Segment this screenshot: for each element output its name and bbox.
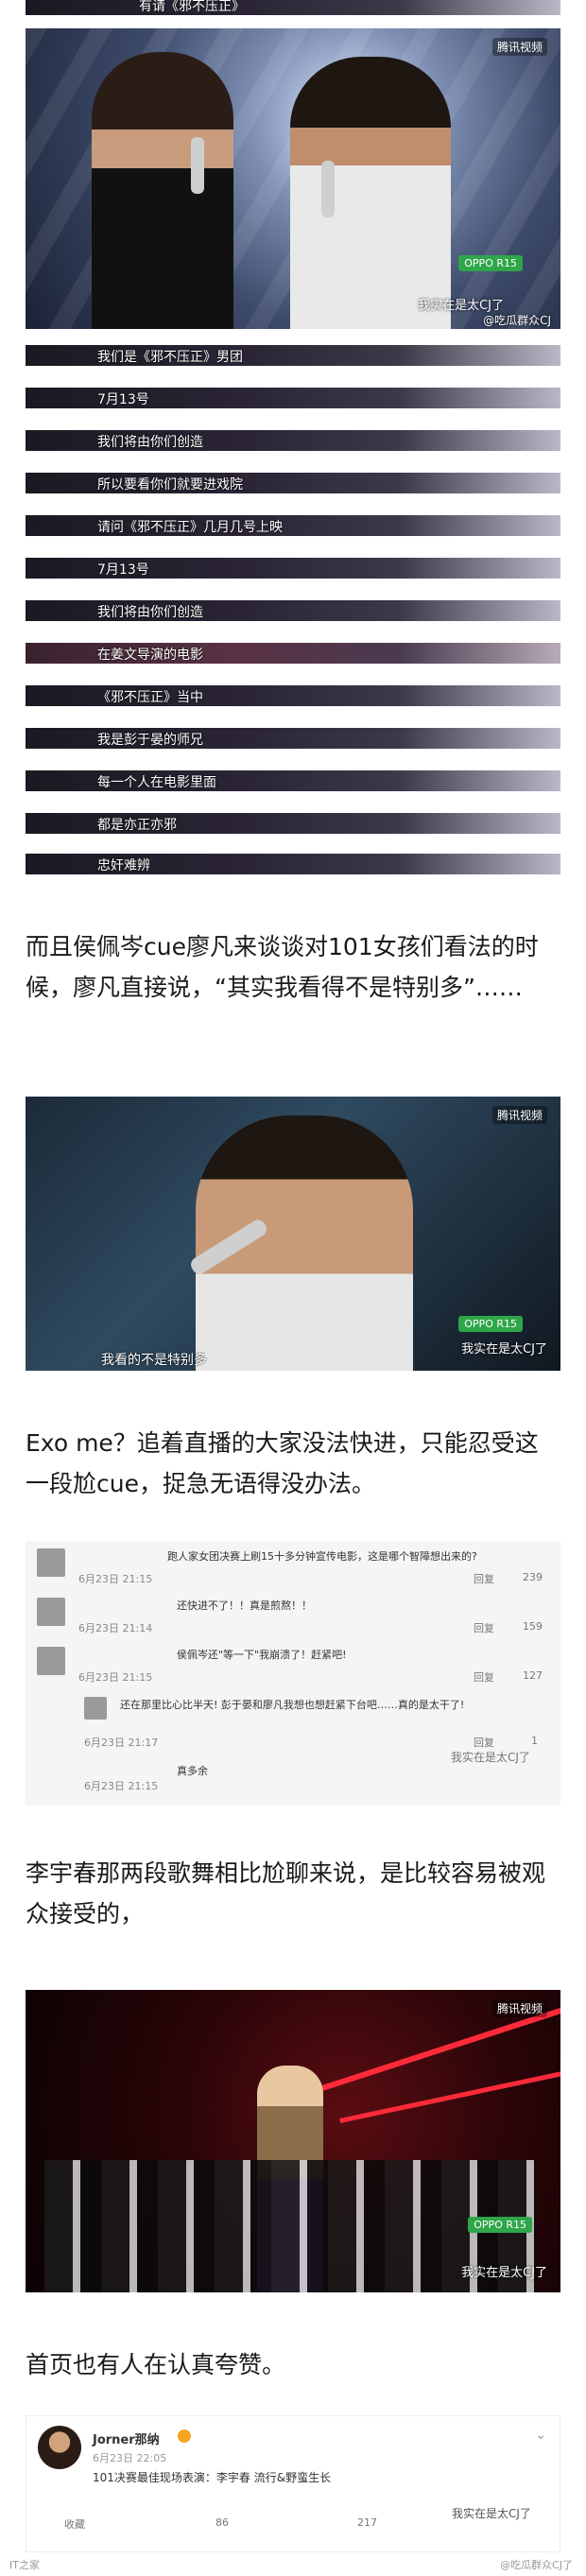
subtitle-strip-12: 都是亦正亦邪 bbox=[26, 813, 560, 834]
weibo-action-bar: 收藏 86 217 我实在是太CJ了 bbox=[26, 2507, 561, 2539]
weibo-username[interactable]: Jorner那纳 bbox=[93, 2429, 160, 2447]
subtitle-strip-13: 忠奸难辨 bbox=[26, 854, 560, 874]
oppo-badge: OPPO R15 bbox=[458, 1316, 523, 1332]
comment-time: 6月23日 21:15 bbox=[84, 1780, 159, 1792]
paragraph-4: 首页也有人在认真夸赞。 bbox=[26, 2351, 286, 2378]
repost-count[interactable]: 86 bbox=[215, 2516, 229, 2529]
avatar bbox=[38, 2426, 81, 2469]
weibo-time: 6月23日 22:05 bbox=[93, 2452, 167, 2464]
verified-badge bbox=[178, 2429, 191, 2443]
comment-time: 6月23日 21:17 bbox=[84, 1737, 159, 1749]
paragraph-3: 李宇春那两段歌舞相比尬聊来说，是比较容易被观众接受的， bbox=[26, 1859, 546, 1928]
subtitle-strip-8: 在姜文导演的电影 bbox=[26, 643, 560, 664]
comment-text: 跑人家女团决赛上刷15十多分钟宣传电影，这是哪个智障想出来的? bbox=[167, 1550, 477, 1563]
subtitle-strip-9: 《邪不压正》当中 bbox=[26, 685, 560, 706]
comments-screenshot: 跑人家女团决赛上刷15十多分钟宣传电影，这是哪个智障想出来的? 6月23日 21… bbox=[26, 1541, 560, 1806]
subtitle-text: 每一个人在电影里面 bbox=[97, 775, 216, 790]
reply-link[interactable]: 回复 bbox=[474, 1571, 494, 1586]
like-count[interactable]: 1 bbox=[531, 1735, 538, 1747]
comment-time: 6月23日 21:15 bbox=[78, 1671, 153, 1684]
person-left bbox=[92, 52, 233, 329]
watermark-sub: @吃瓜群众CJ bbox=[483, 314, 551, 327]
weibo-content: 101决赛最佳现场表演：李宇春 流行&野蛮生长 bbox=[93, 2471, 332, 2484]
red-light-beam-2 bbox=[339, 2069, 560, 2123]
microphone-right bbox=[321, 161, 335, 217]
post-watermark: 我实在是太CJ了 bbox=[452, 2507, 531, 2520]
subtitle-text: 忠奸难辨 bbox=[97, 858, 150, 873]
tencent-video-logo: 腾讯视频 bbox=[491, 1106, 547, 1124]
subtitle-strip-2: 7月13号 bbox=[26, 388, 560, 408]
reply-link[interactable]: 回复 bbox=[474, 1669, 494, 1685]
video-frame-1: 腾讯视频 OPPO R15 我实在是太CJ了 @吃瓜群众CJ bbox=[26, 28, 560, 329]
subtitle-strip-11: 每一个人在电影里面 bbox=[26, 770, 560, 791]
comment-text: 侯佩岑还"等一下"我崩溃了！赶紧吧! bbox=[177, 1649, 347, 1661]
subtitle-strip-7: 我们将由你们创造 bbox=[26, 600, 560, 621]
comment-text: 还在那里比心比半天! 彭于晏和廖凡我想也想赶紧下台吧……真的是太干了! bbox=[120, 1699, 465, 1711]
subtitle-text: 我们将由你们创造 bbox=[97, 605, 203, 620]
comment-text: 还快进不了！！真是煎熬！！ bbox=[177, 1599, 312, 1612]
subtitle-text: 我是彭于晏的师兄 bbox=[97, 733, 203, 748]
reply-link[interactable]: 回复 bbox=[474, 1620, 494, 1635]
subtitle-strip-1: 我们是《邪不压正》男团 bbox=[26, 345, 560, 366]
subtitle-text: 都是亦正亦邪 bbox=[97, 818, 177, 833]
video-frame-3: 腾讯视频 OPPO R15 我实在是太CJ了 bbox=[26, 1990, 560, 2292]
reply-link[interactable]: 回复 bbox=[474, 1735, 494, 1750]
subtitle-strip-3: 我们将由你们创造 bbox=[26, 430, 560, 451]
avatar bbox=[84, 1697, 107, 1720]
video-subtitle: 我看的不是特别多 bbox=[101, 1353, 207, 1368]
footer-left: IT之家 bbox=[9, 2559, 40, 2571]
subtitle-strip-10: 我是彭于晏的师兄 bbox=[26, 728, 560, 749]
subtitle-strip-6: 7月13号 bbox=[26, 558, 560, 579]
comment-watermark: 我实在是太CJ了 bbox=[451, 1751, 530, 1764]
subtitle-text: 请问《邪不压正》几月几号上映 bbox=[97, 520, 283, 535]
subtitle-text: 7月13号 bbox=[97, 562, 149, 578]
subtitle-text: 我们是《邪不压正》男团 bbox=[97, 350, 243, 365]
video-frame-2: 腾讯视频 OPPO R15 我实在是太CJ了 我看的不是特别多 bbox=[26, 1097, 560, 1371]
top-caption: 有请《邪不压正》 bbox=[139, 0, 245, 14]
weibo-post: Jorner那纳 6月23日 22:05 ⌄ 101决赛最佳现场表演：李宇春 流… bbox=[26, 2415, 560, 2552]
tencent-video-logo: 腾讯视频 bbox=[491, 1999, 547, 2017]
subtitle-strip-4: 所以要看你们就要进戏院 bbox=[26, 473, 560, 493]
watermark: 我实在是太CJ了 bbox=[461, 2266, 547, 2280]
subtitle-text: 我们将由你们创造 bbox=[97, 435, 203, 450]
avatar bbox=[37, 1647, 65, 1675]
favorite-button[interactable]: 收藏 bbox=[64, 2516, 85, 2532]
oppo-badge: OPPO R15 bbox=[458, 255, 523, 271]
subtitle-text: 7月13号 bbox=[97, 392, 149, 407]
comment-time: 6月23日 21:14 bbox=[78, 1622, 153, 1634]
footer-watermark: @吃瓜群众CJ了 bbox=[500, 2559, 573, 2571]
comment-text: 真多余 bbox=[177, 1765, 208, 1777]
oppo-badge: OPPO R15 bbox=[468, 2217, 532, 2233]
microphone-left bbox=[191, 137, 204, 194]
chevron-down-icon[interactable]: ⌄ bbox=[535, 2428, 546, 2443]
like-count[interactable]: 239 bbox=[523, 1571, 543, 1583]
tencent-video-logo: 腾讯视频 bbox=[491, 38, 547, 56]
paragraph-1: 而且侯佩岑cue廖凡来谈谈对101女孩们看法的时候，廖凡直接说，“其实我看得不是… bbox=[26, 933, 539, 1001]
watermark: 我实在是太CJ了 bbox=[418, 299, 504, 313]
like-count[interactable]: 127 bbox=[523, 1669, 543, 1682]
subtitle-text: 所以要看你们就要进戏院 bbox=[97, 477, 243, 493]
comment-time: 6月23日 21:15 bbox=[78, 1573, 153, 1585]
comment-count[interactable]: 217 bbox=[357, 2516, 377, 2529]
avatar bbox=[37, 1598, 65, 1626]
avatar bbox=[37, 1548, 65, 1577]
subtitle-strip-5: 请问《邪不压正》几月几号上映 bbox=[26, 515, 560, 536]
top-caption-strip: 有请《邪不压正》 bbox=[26, 0, 560, 15]
subtitle-text: 《邪不压正》当中 bbox=[97, 690, 203, 705]
like-count[interactable]: 159 bbox=[523, 1620, 543, 1633]
person-right bbox=[290, 57, 451, 329]
paragraph-2: Exo me？追着直播的大家没法快进，只能忍受这一段尬cue，捉急无语得没办法。 bbox=[26, 1429, 539, 1497]
subtitle-text: 在姜文导演的电影 bbox=[97, 648, 203, 663]
watermark: 我实在是太CJ了 bbox=[461, 1342, 547, 1357]
